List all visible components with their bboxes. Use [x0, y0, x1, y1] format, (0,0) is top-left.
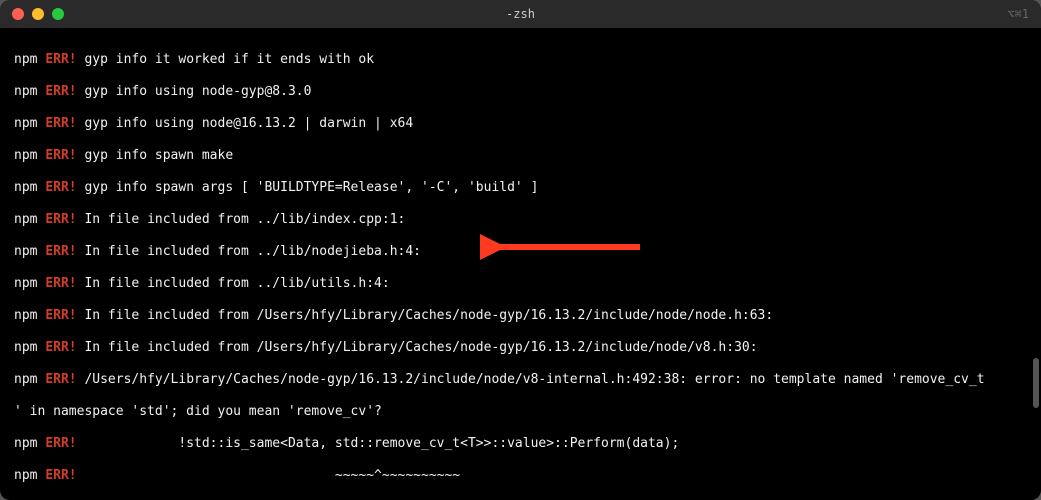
- log-line: npm ERR! /Users/hfy/Library/Caches/node-…: [14, 372, 1035, 388]
- log-line: npm ERR! In file included from ../lib/no…: [14, 244, 1035, 260]
- log-line: npm ERR! ~~~~~^~~~~~~~~~~: [14, 468, 1035, 484]
- log-line: npm ERR! gyp info spawn args [ 'BUILDTYP…: [14, 180, 1035, 196]
- zoom-icon[interactable]: [52, 8, 64, 20]
- log-line: npm ERR! gyp info it worked if it ends w…: [14, 52, 1035, 68]
- titlebar: -zsh ⌥⌘1: [0, 0, 1041, 28]
- terminal-window: -zsh ⌥⌘1 npm ERR! gyp info it worked if …: [0, 0, 1041, 500]
- log-line: npm ERR! gyp info using node@16.13.2 | d…: [14, 116, 1035, 132]
- log-line: npm ERR! gyp info using node-gyp@8.3.0: [14, 84, 1035, 100]
- log-line: npm ERR! gyp info spawn make: [14, 148, 1035, 164]
- log-line: ' in namespace 'std'; did you mean 'remo…: [14, 404, 1035, 420]
- close-icon[interactable]: [12, 8, 24, 20]
- log-line: npm ERR! In file included from ../lib/ut…: [14, 276, 1035, 292]
- log-line: npm ERR! In file included from /Users/hf…: [14, 340, 1035, 356]
- titlebar-right-glyph: ⌥⌘1: [1007, 6, 1029, 22]
- log-line: npm ERR! In file included from /Users/hf…: [14, 308, 1035, 324]
- window-controls: [0, 8, 64, 20]
- scrollbar-thumb[interactable]: [1033, 358, 1039, 408]
- terminal-output[interactable]: npm ERR! gyp info it worked if it ends w…: [0, 28, 1041, 500]
- log-line: npm ERR! !std::is_same<Data, std::remove…: [14, 436, 1035, 452]
- minimize-icon[interactable]: [32, 8, 44, 20]
- log-line: npm ERR! In file included from ../lib/in…: [14, 212, 1035, 228]
- window-title: -zsh: [0, 6, 1041, 22]
